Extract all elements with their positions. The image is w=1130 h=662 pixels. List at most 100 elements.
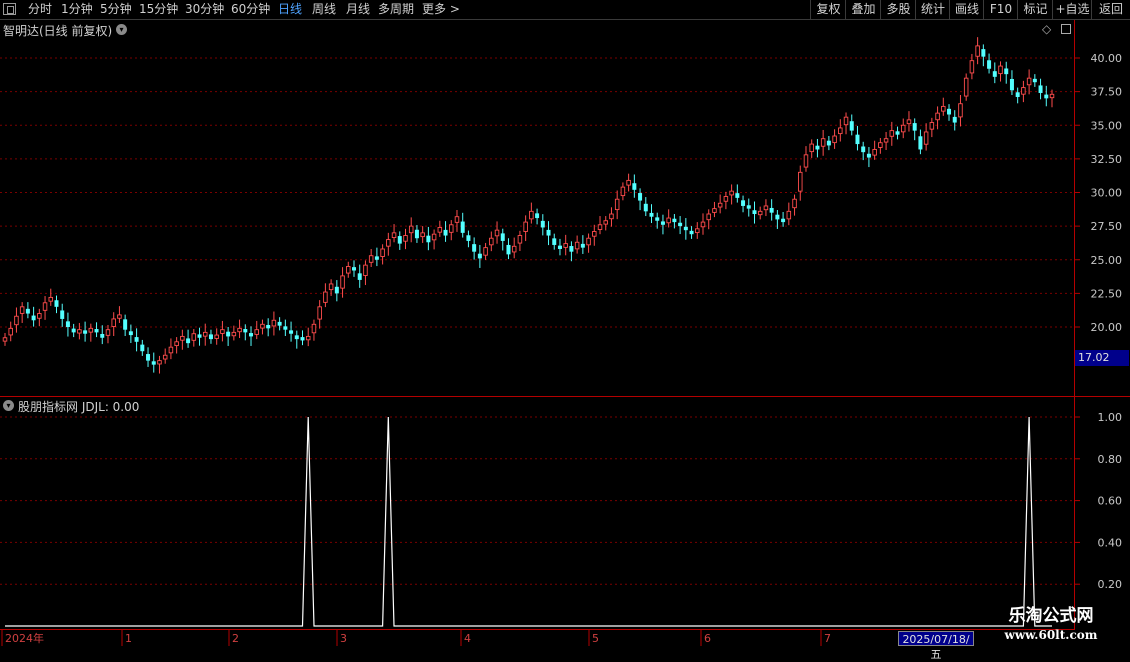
candle-body <box>494 229 500 237</box>
watermark-url: www.60lt.com <box>1004 628 1098 642</box>
candle <box>523 215 528 242</box>
candle <box>918 129 923 155</box>
watermark-logo: 乐淘公式网 www.60lt.com <box>976 605 1126 647</box>
candle <box>414 225 419 243</box>
candle-body <box>655 217 660 221</box>
candle-body <box>1038 85 1043 93</box>
candle-body <box>506 244 511 255</box>
candle-body <box>277 321 282 326</box>
candle-body <box>77 329 82 334</box>
x-tick-label: 7 <box>824 632 831 645</box>
y-tick-label: 40.00 <box>1091 52 1123 65</box>
candle <box>1021 80 1026 103</box>
candle <box>746 198 751 217</box>
candle <box>849 114 854 136</box>
candle <box>168 338 174 360</box>
candle <box>895 126 900 140</box>
candle <box>437 220 443 237</box>
candle-body <box>941 105 946 112</box>
candle-body <box>861 146 866 153</box>
candle-body <box>380 248 385 257</box>
candle-body <box>71 328 76 333</box>
candle <box>489 231 494 252</box>
candle <box>271 311 277 336</box>
candle-body <box>947 108 952 115</box>
candle-body <box>454 216 460 223</box>
candle <box>391 224 397 243</box>
candle <box>140 339 145 356</box>
candle-body <box>557 245 562 249</box>
candle-body <box>592 231 597 237</box>
candle <box>689 226 694 239</box>
candle <box>706 209 711 230</box>
candle <box>803 146 809 172</box>
candle-body <box>105 329 111 336</box>
candle <box>569 241 574 262</box>
y-tick-label: 0.20 <box>1098 578 1123 591</box>
candle-body <box>963 77 969 97</box>
candle <box>449 220 454 241</box>
candle-body <box>328 283 334 291</box>
candle-body <box>529 210 534 220</box>
candle <box>60 303 65 327</box>
candle-body <box>580 243 585 248</box>
candle <box>1004 61 1009 84</box>
candle-body <box>294 335 299 340</box>
candle <box>546 221 551 246</box>
candle-body <box>855 134 860 145</box>
candle <box>815 138 820 158</box>
candle <box>403 228 408 250</box>
candle <box>266 318 271 337</box>
candle-body <box>849 121 854 131</box>
candle-body <box>563 243 568 248</box>
candle <box>935 106 940 130</box>
candle <box>757 206 763 220</box>
candle-body <box>935 112 940 121</box>
candle-body <box>746 205 751 209</box>
candle <box>363 260 368 286</box>
candle-body <box>271 319 277 327</box>
candle <box>14 307 19 333</box>
candle <box>729 184 734 205</box>
candle-body <box>437 227 443 233</box>
candle <box>374 247 379 267</box>
candle <box>638 188 643 211</box>
candle-body <box>981 49 986 57</box>
candle-body <box>683 226 688 231</box>
candle-body <box>620 186 626 197</box>
chart-canvas[interactable]: 40.00 37.50 35.00 32.50 30.00 27.50 25.00 22.50… <box>0 0 1130 650</box>
candle-body <box>37 313 42 319</box>
candle-body <box>678 222 683 227</box>
candle <box>254 320 259 340</box>
candle <box>580 235 585 254</box>
candle-body <box>443 229 448 236</box>
candle <box>8 321 13 342</box>
candle <box>477 244 482 268</box>
y-tick-label: 22.50 <box>1091 287 1123 300</box>
candle-body <box>357 273 362 280</box>
candle <box>597 216 603 235</box>
candle <box>511 237 517 259</box>
candle <box>226 327 231 346</box>
candle <box>37 308 42 327</box>
candle-body <box>586 237 591 246</box>
candle <box>277 317 282 331</box>
candle <box>472 237 477 260</box>
candle <box>695 222 700 239</box>
candle <box>843 112 849 135</box>
candle-body <box>403 235 408 242</box>
candle-body <box>54 300 59 307</box>
candle <box>208 329 213 344</box>
candle <box>180 329 185 350</box>
y-tick-label: 25.00 <box>1091 254 1123 267</box>
candle <box>294 330 299 349</box>
candle <box>494 221 500 244</box>
candle <box>535 208 540 225</box>
x-tick-label: 2 <box>232 632 239 645</box>
candle <box>117 306 122 323</box>
candle <box>283 319 288 337</box>
candle-body <box>249 333 254 337</box>
candle <box>678 216 683 235</box>
candle-body <box>317 306 322 320</box>
candle-body <box>832 135 837 144</box>
